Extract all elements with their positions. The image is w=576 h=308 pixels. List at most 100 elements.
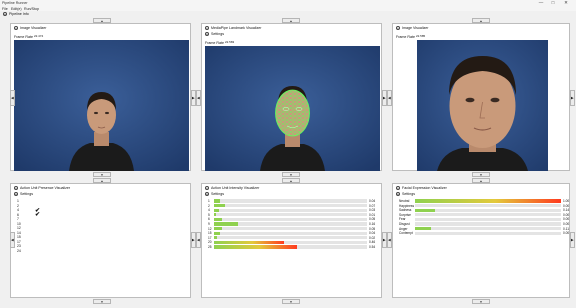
expand-toggle-icon[interactable]: +	[3, 12, 7, 16]
panel6-left-button[interactable]: ◀	[387, 232, 392, 248]
expression-bar	[415, 226, 432, 231]
panel1-right-button[interactable]: ▶	[191, 90, 196, 106]
panel4-up-button[interactable]: ▲	[93, 178, 111, 183]
expression-label: Fear	[399, 217, 406, 222]
au-intensity-label: 6	[208, 217, 210, 222]
expression-label: Contempt	[399, 231, 413, 236]
au-intensity-value: 0.05	[369, 226, 376, 231]
panel3-left-button[interactable]: ◀	[387, 90, 392, 106]
au-intensity-bar	[214, 236, 218, 240]
au-presence-row: 17	[17, 240, 21, 244]
au-intensity-track	[214, 222, 367, 226]
au-intensity-label: 20	[208, 240, 212, 245]
menu-run-stop[interactable]: Run/Stop	[24, 7, 39, 11]
panel-title: MediaPipe Landmark Visualizer	[211, 26, 262, 30]
au-label: 12	[17, 226, 21, 230]
collapse-toggle-icon[interactable]: −	[14, 26, 18, 30]
au-intensity-track	[214, 208, 367, 212]
collapse-toggle-icon[interactable]: −	[396, 26, 400, 30]
panel4-left-button[interactable]: ◀	[10, 232, 15, 248]
panel5-left-button[interactable]: ◀	[196, 232, 201, 248]
au-intensity-bar	[214, 208, 219, 212]
panel2-up-button[interactable]: ▲	[282, 18, 300, 23]
expand-toggle-icon[interactable]: +	[396, 192, 400, 196]
au-intensity-label: 15	[208, 231, 212, 236]
frame-rate-value: 22.585	[415, 33, 426, 38]
au-label: 14	[17, 230, 21, 235]
au-label: 10	[17, 221, 21, 226]
expression-value: 0.00	[563, 217, 570, 222]
video-feed	[417, 40, 548, 171]
frame-rate: Frame Rate22.585	[396, 33, 426, 40]
au-presence-row: 2	[17, 204, 19, 208]
panel3-up-button[interactable]: ▲	[472, 18, 490, 23]
au-intensity-value: 0.16	[369, 222, 376, 226]
settings-label: Settings	[402, 192, 415, 196]
au-label: 7	[17, 217, 19, 221]
au-intensity-value: 0.01	[369, 212, 376, 217]
au-intensity-track	[214, 217, 367, 221]
expand-toggle-icon[interactable]: +	[205, 192, 209, 196]
panel6-right-button[interactable]: ▶	[570, 232, 575, 248]
au-intensity-value: 0.46	[369, 240, 376, 245]
panel1-up-button[interactable]: ▲	[93, 18, 111, 23]
au-presence-row: 12	[17, 226, 21, 230]
expand-toggle-icon[interactable]: +	[205, 32, 209, 36]
menu-edit[interactable]: Edit(e)	[11, 7, 22, 11]
au-intensity-bar	[214, 213, 216, 217]
pipeline-info-label: Pipeline Info	[9, 12, 29, 16]
au-presence-row: 1	[17, 199, 19, 203]
menu-file[interactable]: File	[2, 7, 8, 11]
image-visualizer-panel-1: − Image Visualizer Frame Rate22.474	[10, 23, 191, 171]
expression-label: Neutral	[399, 199, 410, 203]
expression-track	[415, 208, 561, 212]
panel-title: Facial Expression Visualizer	[402, 186, 447, 190]
au-intensity-bar	[214, 222, 239, 226]
panel2-down-button[interactable]: ▼	[282, 172, 300, 177]
expression-track	[415, 203, 561, 208]
au-label: 24	[17, 248, 21, 253]
au-intensity-bar	[214, 231, 221, 235]
au-intensity-value: 0.02	[369, 235, 376, 240]
video-feed	[205, 46, 380, 171]
face-mesh-image	[205, 46, 380, 171]
expression-label: Surprise	[399, 212, 411, 217]
au-intensity-track	[214, 213, 367, 217]
panel6-down-button[interactable]: ▼	[472, 299, 490, 304]
collapse-toggle-icon[interactable]: −	[396, 186, 400, 190]
panel5-down-button[interactable]: ▼	[282, 299, 300, 304]
au-intensity-label: 4	[208, 208, 210, 213]
collapse-toggle-icon[interactable]: −	[14, 186, 18, 190]
panel1-left-button[interactable]: ◀	[10, 90, 15, 106]
au-intensity-track	[214, 226, 367, 231]
panel4-right-button[interactable]: ▶	[191, 232, 196, 248]
panel2-right-button[interactable]: ▶	[382, 90, 387, 106]
collapse-toggle-icon[interactable]: −	[205, 186, 209, 190]
panel5-right-button[interactable]: ▶	[382, 232, 387, 248]
au-label: 17	[17, 239, 21, 244]
au-intensity-track	[214, 240, 367, 244]
panel1-down-button[interactable]: ▼	[93, 172, 111, 177]
panel3-right-button[interactable]: ▶	[570, 90, 575, 106]
au-intensity-value: 0.03	[369, 208, 376, 213]
panel3-down-button[interactable]: ▼	[472, 172, 490, 177]
au-label: 1	[17, 199, 19, 203]
au-intensity-track	[214, 199, 367, 203]
au-presence-panel: − Action Unit Presence Visualizer + Sett…	[10, 183, 191, 298]
landmark-visualizer-panel: − MediaPipe Landmark Visualizer + Settin…	[201, 23, 382, 171]
panel2-left-button[interactable]: ◀	[196, 90, 201, 106]
panel6-up-button[interactable]: ▲	[472, 178, 490, 183]
expression-track	[415, 231, 561, 235]
expand-toggle-icon[interactable]: +	[14, 192, 18, 196]
panel5-up-button[interactable]: ▲	[282, 178, 300, 183]
expression-track	[415, 222, 561, 226]
collapse-toggle-icon[interactable]: −	[205, 26, 209, 30]
au-intensity-bar	[214, 226, 222, 231]
expression-label: Disgust	[399, 222, 410, 226]
au-presence-row: 23	[17, 244, 21, 248]
au-presence-row: 10	[17, 222, 21, 226]
panel4-down-button[interactable]: ▼	[93, 299, 111, 304]
au-intensity-value: 0.04	[369, 199, 376, 203]
au-intensity-value: 0.07	[369, 203, 376, 208]
frame-rate: Frame Rate22.583	[205, 39, 235, 46]
